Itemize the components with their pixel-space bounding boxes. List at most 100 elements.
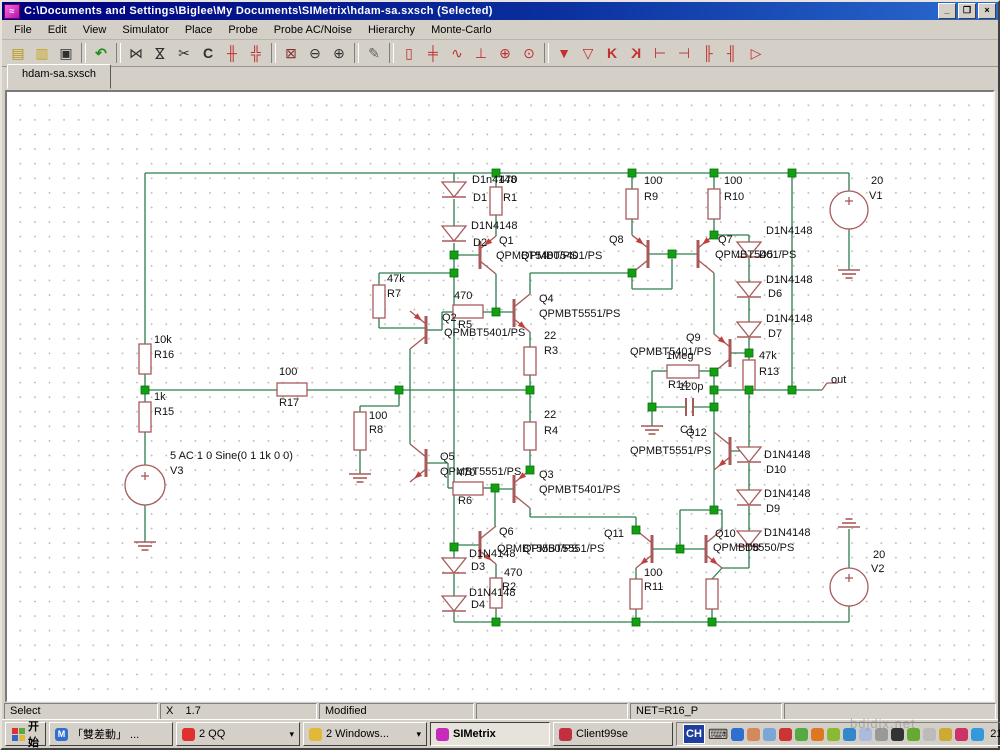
schematic-label[interactable]: Q5 [440, 451, 455, 463]
place-capacitor-icon[interactable]: ╪ [421, 42, 445, 65]
source-V1[interactable] [829, 190, 869, 230]
alert-tray-icon[interactable] [779, 727, 793, 741]
schematic-label[interactable]: QPMBT5401/PS [521, 250, 602, 262]
schematic-label[interactable]: 1Meg [666, 350, 694, 362]
schematic-label[interactable]: R2 [502, 581, 516, 593]
resistor-R6[interactable] [452, 481, 484, 496]
transistor-Q7[interactable] [696, 234, 715, 274]
start-button[interactable]: 开始 [5, 721, 46, 749]
schematic-label[interactable]: R7 [387, 288, 401, 300]
transistor-Q5[interactable] [409, 443, 428, 483]
capacitor-C1[interactable] [685, 398, 694, 416]
schematic-label[interactable]: QPMBT5551/PS [630, 445, 711, 457]
place-zener-icon[interactable]: ▽ [576, 42, 600, 65]
audio-signal-tray-icon[interactable] [763, 727, 777, 741]
place-nmos-icon[interactable]: ╟ [696, 42, 720, 65]
diode-D6[interactable] [735, 281, 763, 299]
diode-D9[interactable] [735, 489, 763, 507]
diode-D7[interactable] [735, 321, 763, 339]
schematic-label[interactable]: QPMBT5551/PS [523, 543, 604, 555]
schematic-label[interactable]: 47k [387, 273, 405, 285]
task-windows-group[interactable]: 2 Windows... ▾ [303, 722, 427, 746]
schematic-label[interactable]: Q6 [499, 526, 514, 538]
schematic-label[interactable]: D1N4148 [764, 449, 810, 461]
place-npn-icon[interactable]: K [600, 42, 624, 65]
schematic-label[interactable]: D1N4148 [764, 488, 810, 500]
schematic-label[interactable]: 470 [454, 290, 472, 302]
title-bar[interactable]: ≈ C:\Documents and Settings\Biglee\My Do… [2, 2, 998, 20]
transistor-Q12[interactable] [713, 431, 732, 471]
printer-tray-icon[interactable] [923, 727, 937, 741]
mirror-horizontal-icon[interactable]: ⋈ [124, 42, 148, 65]
resistor-R8[interactable] [353, 411, 367, 451]
launcher-tray-icon[interactable] [859, 727, 873, 741]
wire-pencil-icon[interactable]: ✎ [362, 42, 386, 65]
schematic-label[interactable]: D4 [471, 599, 485, 611]
schematic-label[interactable]: R11 [644, 581, 663, 593]
ground-symbol[interactable] [838, 269, 860, 279]
schematic-label[interactable]: R4 [544, 425, 558, 437]
schematic-label[interactable]: 470 [457, 467, 475, 479]
schematic-label[interactable]: Q4 [539, 293, 554, 305]
task-shuangchadong[interactable]: M 「雙差動」 ... [49, 722, 173, 746]
place-diode-icon[interactable]: ▼ [552, 42, 576, 65]
wire-junction-icon[interactable]: ╫ [220, 42, 244, 65]
diode-D1[interactable] [440, 181, 468, 199]
resistor-R4[interactable] [523, 421, 537, 451]
im-contact-tray-icon[interactable] [747, 727, 761, 741]
diode-D10[interactable] [735, 446, 763, 464]
zoom-out-icon[interactable]: ⊖ [303, 42, 327, 65]
place-resistor-icon[interactable]: ▯ [397, 42, 421, 65]
task-client99se[interactable]: Client99se [553, 722, 673, 746]
close-button[interactable]: × [978, 3, 996, 19]
schematic-label[interactable]: R1 [503, 192, 517, 204]
place-pjfet-icon[interactable]: ⊣ [672, 42, 696, 65]
menu-probe-ac-noise[interactable]: Probe AC/Noise [266, 22, 360, 38]
messenger-tray-icon[interactable] [971, 727, 985, 741]
schematic-label[interactable]: 470 [504, 567, 522, 579]
schematic-label[interactable]: R9 [644, 191, 658, 203]
defender-tray-icon[interactable] [939, 727, 953, 741]
diode-D3[interactable] [440, 557, 468, 575]
schematic-label[interactable]: Q10 [715, 528, 736, 540]
schematic-label[interactable]: D1N4148 [766, 274, 812, 286]
energy-tray-icon[interactable] [907, 727, 921, 741]
diode-D2[interactable] [440, 225, 468, 243]
language-indicator[interactable]: CH [683, 724, 705, 744]
schematic-label[interactable]: R3 [544, 345, 558, 357]
schematic-label[interactable]: 1k [154, 391, 166, 403]
schematic-label[interactable]: 100 [279, 366, 297, 378]
transistor-Q11[interactable] [635, 529, 654, 569]
schematic-label[interactable]: D2 [473, 237, 487, 249]
schematic-label[interactable]: D10 [766, 464, 786, 476]
schematic-label[interactable]: Q12 [686, 427, 707, 439]
place-inductor-icon[interactable]: ∿ [445, 42, 469, 65]
zoom-area-icon[interactable]: ⊠ [279, 42, 303, 65]
menu-hierarchy[interactable]: Hierarchy [360, 22, 423, 38]
resistor-R10[interactable] [707, 188, 721, 220]
menu-edit[interactable]: Edit [40, 22, 75, 38]
maxthon-tray-icon[interactable] [731, 727, 745, 741]
schematic-label[interactable]: D1N4148 [764, 527, 810, 539]
resistor-R9[interactable] [625, 188, 639, 220]
mirror-vertical-icon[interactable]: ⋈ [149, 41, 172, 65]
schematic-label[interactable]: D3 [471, 561, 485, 573]
schematic-label[interactable]: QPMBT5551/PS [539, 308, 620, 320]
wire[interactable] [711, 567, 723, 580]
ground-symbol[interactable] [134, 541, 156, 551]
schematic-label[interactable]: D9 [766, 503, 780, 515]
schematic-label[interactable]: Q7 [718, 234, 733, 246]
schematic-label[interactable]: D6 [768, 288, 782, 300]
new-file-icon[interactable]: ▥ [30, 42, 54, 65]
menu-monte-carlo[interactable]: Monte-Carlo [423, 22, 500, 38]
schematic-label[interactable]: 120p [679, 381, 703, 393]
schematic-label[interactable]: R8 [369, 424, 383, 436]
tab-hdam-sa-sxsch[interactable]: hdam-sa.sxsch [7, 64, 111, 89]
antivirus-shield-tray-icon[interactable] [795, 727, 809, 741]
ground-symbol[interactable] [838, 518, 860, 528]
cut-icon[interactable]: ✂ [172, 42, 196, 65]
resistor-R3[interactable] [523, 346, 537, 376]
schematic-label[interactable]: QPMBT5401/PS [539, 484, 620, 496]
ground-symbol[interactable] [641, 425, 663, 435]
wireless-tray-icon[interactable] [875, 727, 889, 741]
